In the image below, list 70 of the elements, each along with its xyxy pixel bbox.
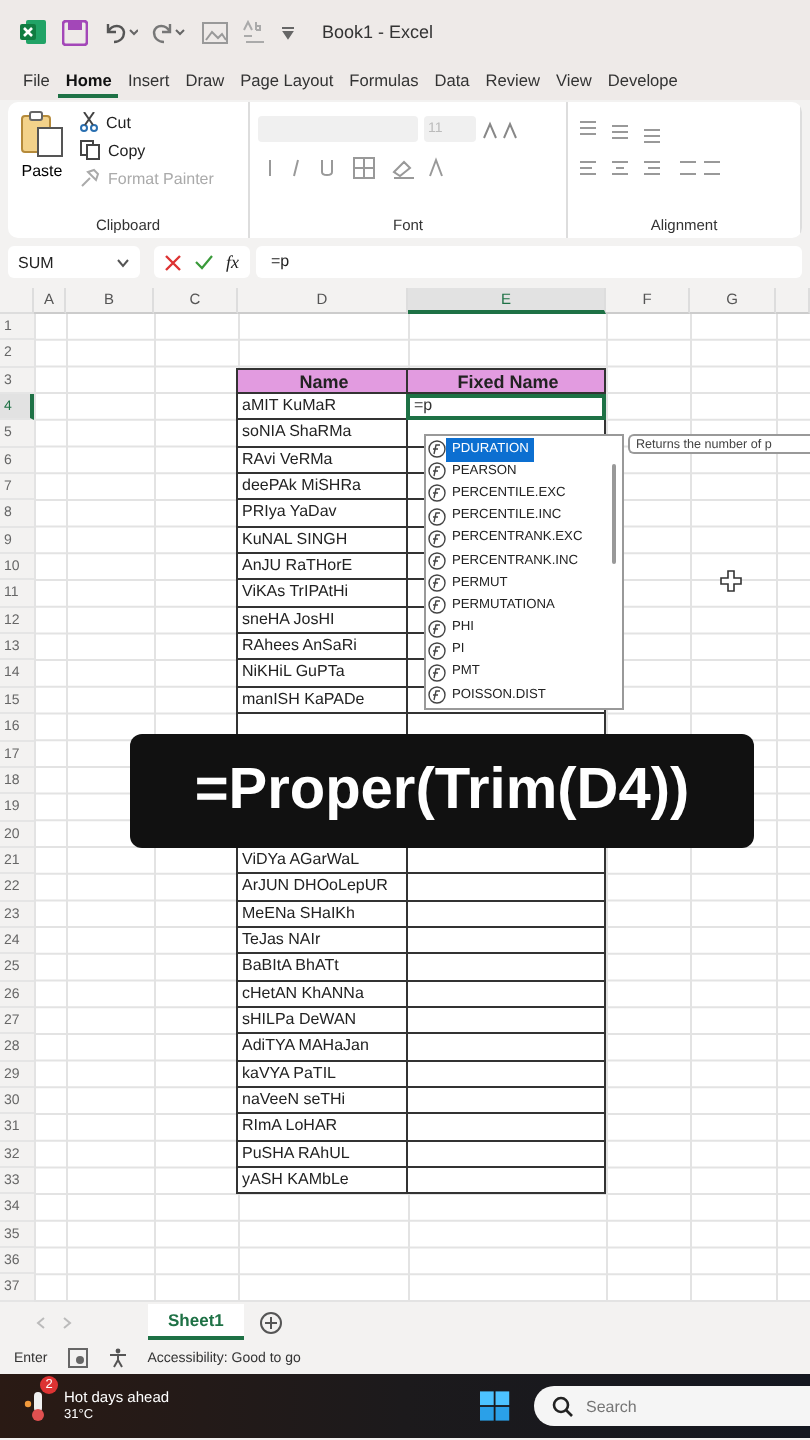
ribbon-tab[interactable]: Formulas	[342, 66, 426, 98]
formula-input[interactable]: =p	[255, 246, 802, 278]
table-cell: RImA LoHAR	[236, 1114, 408, 1142]
table-cell: PRIya YaDav	[236, 500, 408, 528]
spelling-icon[interactable]	[242, 20, 266, 44]
table-cell: kaVYA PaTIL	[236, 1061, 408, 1088]
ribbon-tab[interactable]: Page Layout	[233, 66, 341, 98]
table-cell: TeJas NAIr	[236, 927, 408, 955]
table-cell: cHetAN KhANNa	[236, 981, 408, 1008]
grow-font-icon[interactable]	[482, 119, 522, 139]
table-cell: manISH KaPADe	[236, 687, 408, 715]
table-cell: BaBItA BhATt	[236, 954, 408, 982]
save-icon[interactable]	[62, 19, 88, 45]
table-cell: ViKAs TrIPAtHi	[236, 580, 408, 608]
table-cell: AnJU RaTHorE	[236, 554, 408, 581]
cross-cursor-icon	[720, 570, 742, 592]
window-title: Book1 - Excel	[322, 22, 434, 42]
paintbrush-icon	[80, 168, 100, 188]
insert-function-button[interactable]: fx	[226, 252, 239, 272]
copy-button[interactable]: Copy	[76, 138, 218, 162]
table-cell: MeENa SHaIKh	[236, 901, 408, 928]
table-cell: yASH KAMbLe	[236, 1168, 408, 1195]
check-icon[interactable]	[194, 254, 214, 270]
table-cell: PuSHA RAhUL	[236, 1141, 408, 1168]
cancel-icon[interactable]	[164, 253, 182, 271]
ribbon-tab[interactable]: File	[16, 66, 57, 98]
ribbon-tab[interactable]: Review	[478, 66, 547, 98]
table-cell: KuNAL SINGH	[236, 527, 408, 555]
ribbon-tab[interactable]: View	[549, 66, 599, 98]
search-field[interactable]: Search	[534, 1386, 810, 1426]
scrollbar[interactable]	[612, 464, 616, 564]
table-cell: AdiTYA MAHaJan	[236, 1034, 408, 1062]
macro-record-icon[interactable]	[67, 1348, 88, 1368]
name-box[interactable]: SUM	[8, 246, 140, 278]
table-cell: naVeeN seTHi	[236, 1087, 408, 1115]
redo-icon[interactable]	[152, 20, 188, 44]
undo-icon[interactable]	[102, 20, 138, 44]
table-cell: RAvi VeRMa	[236, 447, 408, 475]
ribbon-tab[interactable]: Data	[427, 66, 477, 98]
table-header-cell: Name	[236, 367, 408, 395]
copy-icon	[80, 140, 100, 160]
ribbon-tab[interactable]: Insert	[120, 66, 177, 98]
clipboard-icon	[20, 110, 64, 158]
table-header-cell: Fixed Name	[406, 367, 606, 395]
table-cell: sHILPa DeWAN	[236, 1007, 408, 1035]
customize-toolbar-icon[interactable]	[280, 24, 296, 40]
picture-frame-icon[interactable]	[202, 21, 228, 43]
table-cell: ArJUN DHOoLepUR	[236, 874, 408, 902]
cut-button[interactable]: Cut	[76, 110, 218, 134]
thermometer-icon[interactable]	[24, 1390, 48, 1422]
table-cell: RAhees AnSaRi	[236, 634, 408, 661]
accessibility-icon[interactable]	[107, 1348, 128, 1368]
table-cell: deePAk MiSHRa	[236, 474, 408, 501]
table-cell: soNIA ShaRMa	[236, 420, 408, 448]
windows-start-icon[interactable]	[480, 1390, 510, 1422]
scissors-icon	[80, 112, 98, 132]
paste-button[interactable]: Paste	[16, 110, 68, 216]
add-sheet-icon[interactable]	[259, 1311, 282, 1333]
excel-logo-icon	[20, 18, 48, 46]
caption: =Proper(Trim(D4))	[130, 734, 754, 848]
dropdown-caret-icon	[116, 257, 130, 267]
table-cell: NiKHiL GuPTa	[236, 660, 408, 688]
table-cell: aMIT KuMaR	[236, 394, 408, 421]
ribbon-tab[interactable]: Develope	[600, 66, 685, 98]
table-cell: sneHA JosHI	[236, 607, 408, 635]
editing-cell[interactable]: =p	[406, 394, 606, 421]
ribbon-tab[interactable]: Home	[58, 66, 119, 98]
ribbon-tab[interactable]: Draw	[178, 66, 232, 98]
table-cell: ViDYa AGarWaL	[236, 847, 408, 875]
sheet-tab[interactable]: Sheet1	[148, 1304, 244, 1340]
